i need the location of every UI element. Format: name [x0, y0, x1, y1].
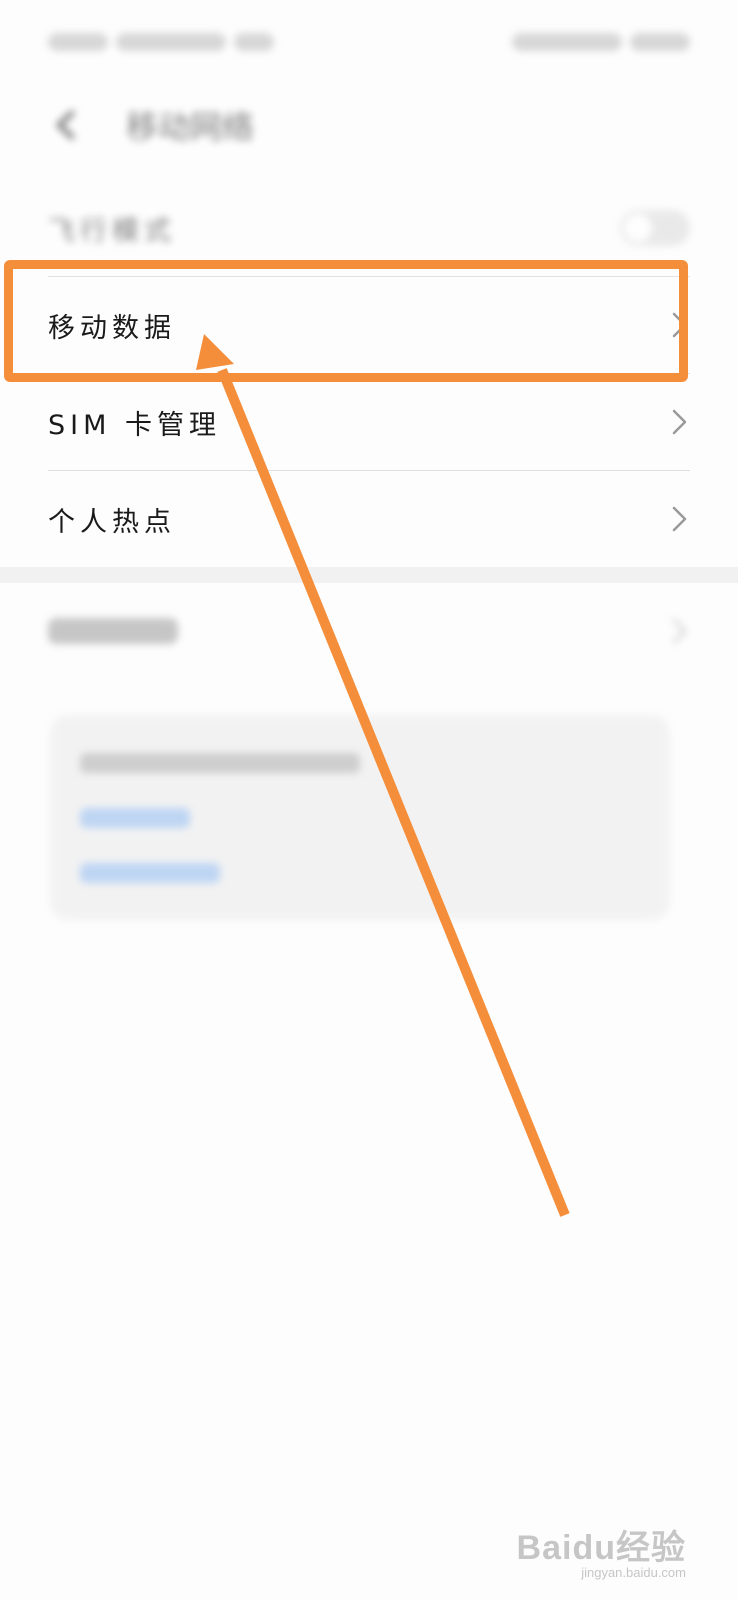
status-bar	[48, 28, 690, 56]
watermark: Baidu经验 jingyan.baidu.com	[517, 1520, 686, 1580]
annotation-highlight-box	[4, 260, 688, 382]
airplane-mode-toggle[interactable]	[620, 210, 690, 246]
personal-hotspot-row[interactable]: 个人热点	[48, 471, 690, 567]
page-title: 移动网络	[126, 108, 255, 146]
time-indicator	[512, 33, 622, 51]
chevron-right-icon	[670, 616, 690, 646]
airplane-mode-label: 飞行模式	[48, 215, 176, 247]
back-arrow-icon[interactable]	[48, 106, 86, 144]
watermark-logo: Baidu经验	[516, 1529, 686, 1567]
battery-indicator	[630, 33, 690, 51]
toggle-knob	[624, 214, 652, 242]
personal-hotspot-label: 个人热点	[48, 506, 176, 538]
blurred-settings-row[interactable]	[48, 605, 690, 657]
header: 移动网络	[48, 100, 254, 150]
wifi-indicator	[234, 33, 274, 51]
status-right	[512, 33, 690, 51]
section-divider	[0, 567, 738, 583]
carrier-indicator	[48, 33, 108, 51]
info-card-link[interactable]	[80, 808, 190, 828]
info-card	[50, 715, 670, 920]
signal-indicator	[116, 33, 226, 51]
sim-management-row[interactable]: SIM 卡管理	[48, 374, 690, 471]
chevron-right-icon	[670, 504, 690, 534]
chevron-right-icon	[670, 407, 690, 437]
sim-management-label: SIM 卡管理	[48, 409, 221, 441]
status-left	[48, 33, 274, 51]
info-card-text	[80, 753, 360, 773]
blurred-row-label	[48, 618, 178, 644]
info-card-link[interactable]	[80, 863, 220, 883]
